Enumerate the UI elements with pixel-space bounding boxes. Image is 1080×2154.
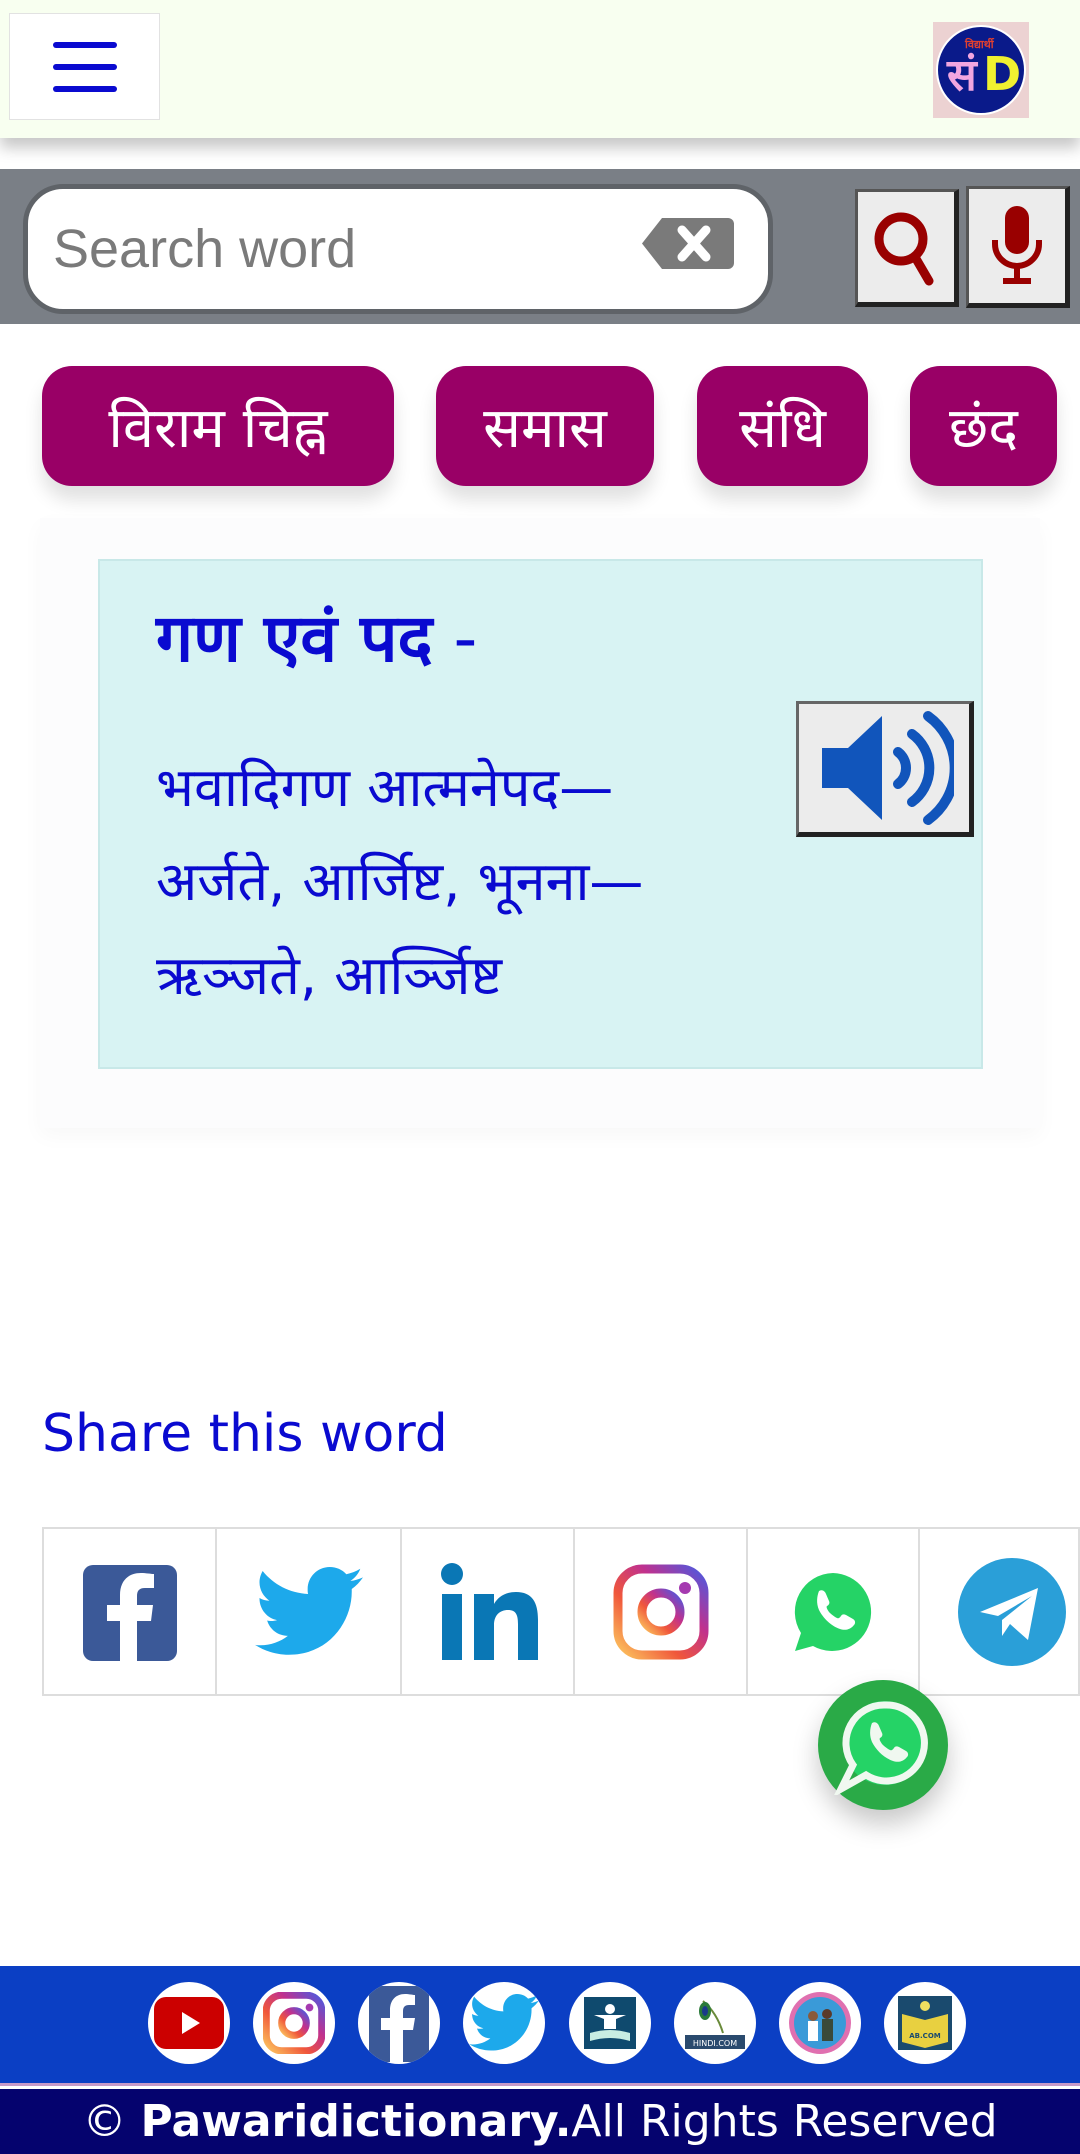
facebook-icon <box>369 1986 429 2062</box>
category-chhand[interactable]: छंद <box>910 366 1057 486</box>
linkedin-icon <box>440 1562 538 1660</box>
floating-whatsapp-button[interactable] <box>818 1680 948 1810</box>
youtube-icon <box>154 1997 224 2049</box>
footer-youtube-link[interactable] <box>148 1982 230 2064</box>
clear-search-button[interactable] <box>640 216 736 271</box>
footer-ab-com-link[interactable]: AB.COM <box>884 1982 966 2064</box>
brand-name: Pawaridictionary. <box>140 2096 572 2147</box>
share-title: Share this word <box>42 1404 448 1464</box>
twitter-icon <box>469 1994 539 2051</box>
footer-hindi-com-link[interactable]: HINDI.COM <box>674 1982 756 2064</box>
search-icon <box>874 212 934 286</box>
svg-text:HINDI.COM: HINDI.COM <box>693 2039 737 2048</box>
share-instagram[interactable] <box>575 1529 748 1694</box>
share-buttons <box>42 1527 1080 1696</box>
word-definition: भवादिगण आत्मनेपद— अर्जते, आर्जिष्ट, भूनन… <box>156 756 644 1007</box>
footer-twitter-link[interactable] <box>463 1982 545 2064</box>
category-viram-chihn[interactable]: विराम चिह्न <box>42 366 394 486</box>
category-sandhi[interactable]: संधि <box>697 366 868 486</box>
microphone-icon <box>992 206 1042 284</box>
instagram-icon <box>613 1564 708 1659</box>
play-audio-button[interactable] <box>796 701 974 837</box>
twitter-icon <box>254 1566 363 1655</box>
menu-button[interactable] <box>9 13 160 120</box>
svg-text:विद्यार्थी: विद्यार्थी <box>964 37 995 51</box>
search-bar <box>0 169 1080 324</box>
footer-site-link-3[interactable] <box>779 1982 861 2064</box>
svg-text:सं: सं <box>946 50 979 101</box>
facebook-icon <box>82 1564 177 1661</box>
category-strip: विराम चिह्न समास संधि छंद <box>0 324 1080 524</box>
whatsapp-icon <box>834 1701 928 1795</box>
logo-icon: सं D विद्यार्थी <box>936 25 1026 115</box>
site-logo[interactable]: सं D विद्यार्थी <box>933 22 1029 118</box>
word-card: गण एवं पद - भवादिगण आत्मनेपद— अर्जते, आर… <box>98 559 983 1069</box>
footer-instagram-link[interactable] <box>253 1982 335 2064</box>
top-header: सं D विद्यार्थी <box>0 0 1080 138</box>
share-telegram[interactable] <box>920 1529 1080 1694</box>
voice-search-button[interactable] <box>966 186 1070 308</box>
footer-site-link-1[interactable] <box>569 1982 651 2064</box>
whatsapp-icon <box>794 1572 872 1651</box>
footer-social-bar: HINDI.COM AB.COM <box>0 1966 1080 2086</box>
category-samas[interactable]: समास <box>436 366 654 486</box>
word-title: गण एवं पद - <box>156 600 478 677</box>
hamburger-menu-icon <box>52 41 117 48</box>
kids-photo-logo-icon <box>789 1992 851 2054</box>
search-button[interactable] <box>855 189 959 307</box>
svg-text:D: D <box>983 47 1021 101</box>
speaker-volume-icon <box>822 711 954 825</box>
instagram-icon <box>263 1992 325 2054</box>
open-book-logo-icon: AB.COM <box>898 1996 952 2050</box>
footer-facebook-link[interactable] <box>358 1982 440 2064</box>
search-input[interactable] <box>28 218 628 280</box>
share-facebook[interactable] <box>44 1529 217 1694</box>
backspace-clear-icon <box>642 218 734 269</box>
peacock-feather-logo-icon: HINDI.COM <box>685 2000 745 2049</box>
svg-text:AB.COM: AB.COM <box>909 2032 941 2040</box>
book-person-logo-icon <box>584 1997 636 2049</box>
share-linkedin[interactable] <box>402 1529 575 1694</box>
search-field <box>23 184 773 314</box>
share-whatsapp[interactable] <box>748 1529 920 1694</box>
share-twitter[interactable] <box>217 1529 402 1694</box>
telegram-icon <box>958 1557 1066 1666</box>
copyright-footer: © Pawaridictionary. All Rights Reserved <box>0 2089 1080 2154</box>
